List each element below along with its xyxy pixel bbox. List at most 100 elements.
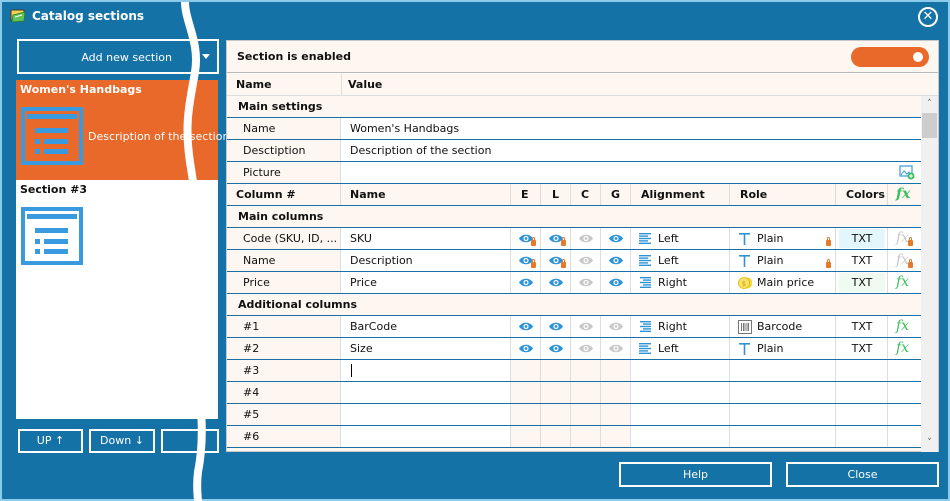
role-value: Plain (757, 254, 784, 267)
column-name-cell[interactable]: SKU (341, 228, 511, 249)
section-item-womens-handbags[interactable]: Women's Handbags Description of the sect… (16, 80, 229, 180)
visibility-g-cell[interactable] (601, 338, 631, 359)
visibility-e-cell[interactable] (511, 338, 541, 359)
visibility-c-cell[interactable] (571, 250, 601, 271)
move-down-button[interactable]: Down ↓ (89, 429, 155, 453)
visibility-l-cell (541, 426, 571, 447)
formula-cell[interactable]: fx (888, 250, 921, 271)
visibility-e-cell[interactable] (511, 250, 541, 271)
setting-row-name[interactable]: Name Women's Handbags (227, 118, 921, 140)
role-cell[interactable]: Plain (730, 338, 836, 359)
col-header-e-label: E (521, 188, 529, 201)
column-row[interactable]: Code (SKU, ID, ... SKU Left Plain TXT fx (227, 228, 921, 250)
role-cell (730, 382, 836, 403)
visibility-g-cell[interactable] (601, 228, 631, 249)
setting-value[interactable]: Women's Handbags (350, 122, 459, 135)
column-row[interactable]: #3 (227, 360, 921, 382)
formula-cell[interactable]: fx (888, 272, 921, 293)
alignment-cell[interactable]: Right (631, 316, 730, 337)
visibility-c-cell[interactable] (571, 272, 601, 293)
alignment-value: Left (658, 254, 679, 267)
eye-icon (519, 344, 533, 353)
alignment-cell[interactable]: Left (631, 250, 730, 271)
alignment-cell[interactable]: Left (631, 228, 730, 249)
column-row[interactable]: #5 (227, 404, 921, 426)
visibility-e-cell[interactable] (511, 228, 541, 249)
extra-button[interactable] (161, 429, 219, 453)
column-number-cell: #2 (227, 338, 341, 359)
column-name-cell[interactable] (341, 382, 511, 403)
setting-row-description[interactable]: Desctiption Description of the section (227, 140, 921, 162)
setting-value[interactable]: Description of the section (350, 144, 491, 157)
column-row[interactable]: #2 Size Left Plain TXT fx (227, 338, 921, 360)
eye-off-icon (579, 256, 593, 265)
visibility-l-cell[interactable] (541, 272, 571, 293)
add-picture-icon[interactable] (899, 165, 915, 180)
formula-cell[interactable]: fx (888, 338, 921, 359)
formula-cell[interactable]: fx (888, 316, 921, 337)
text-caret (351, 364, 352, 377)
section-item-section-3[interactable]: Section #3 (16, 180, 218, 280)
scrollbar-thumb[interactable] (922, 113, 937, 138)
add-new-section-button[interactable]: Add new section (17, 39, 219, 74)
column-name-cell[interactable]: Price (341, 272, 511, 293)
add-section-dropdown[interactable] (195, 41, 217, 72)
column-row[interactable]: #6 (227, 426, 921, 448)
visibility-e-cell[interactable] (511, 272, 541, 293)
column-name: Size (350, 342, 373, 355)
close-button[interactable]: Close (786, 462, 939, 487)
col-header-role: Role (730, 184, 836, 205)
column-name-cell[interactable]: Description (341, 250, 511, 271)
help-button[interactable]: Help (619, 462, 772, 487)
colors-cell[interactable]: TXT (836, 316, 888, 337)
column-row[interactable]: Name Description Left Plain TXT fx (227, 250, 921, 272)
grid-rows: Main settings Name Women's Handbags Desc… (227, 96, 921, 448)
role-cell[interactable]: Plain (730, 250, 836, 271)
formula-cell (888, 382, 921, 403)
setting-name: Picture (243, 166, 281, 179)
colors-cell[interactable]: TXT (836, 272, 888, 293)
scroll-down-icon[interactable]: ˅ (921, 435, 938, 452)
eye-icon (549, 322, 563, 331)
column-name-cell[interactable]: BarCode (341, 316, 511, 337)
alignment-cell[interactable]: Left (631, 338, 730, 359)
visibility-g-cell[interactable] (601, 316, 631, 337)
role-cell[interactable]: Plain (730, 228, 836, 249)
colors-cell[interactable]: TXT (836, 250, 888, 271)
formula-cell[interactable]: fx (888, 228, 921, 249)
visibility-g-cell[interactable] (601, 250, 631, 271)
visibility-e-cell[interactable] (511, 316, 541, 337)
alignment-value: Right (658, 276, 687, 289)
section-enabled-toggle[interactable] (851, 47, 929, 67)
visibility-l-cell[interactable] (541, 316, 571, 337)
column-row[interactable]: Price Price Right $ Main price TXT fx (227, 272, 921, 294)
visibility-l-cell[interactable] (541, 338, 571, 359)
move-up-button[interactable]: UP ↑ (18, 429, 83, 453)
eye-off-icon (609, 322, 623, 331)
column-row[interactable]: #4 (227, 382, 921, 404)
visibility-c-cell[interactable] (571, 338, 601, 359)
visibility-g-cell[interactable] (601, 272, 631, 293)
header-name: Name (236, 78, 272, 91)
scroll-up-icon[interactable]: ˄ (921, 96, 938, 113)
visibility-c-cell[interactable] (571, 316, 601, 337)
role-cell[interactable]: Barcode (730, 316, 836, 337)
vertical-scrollbar[interactable]: ˄ ˅ (921, 96, 938, 452)
role-cell[interactable]: $ Main price (730, 272, 836, 293)
visibility-c-cell[interactable] (571, 228, 601, 249)
column-name-cell[interactable] (341, 426, 511, 447)
col-header-colors-label: Colors (846, 188, 885, 201)
colors-cell[interactable]: TXT (836, 338, 888, 359)
column-name-cell[interactable] (341, 360, 511, 381)
alignment-cell[interactable]: Right (631, 272, 730, 293)
visibility-l-cell[interactable] (541, 250, 571, 271)
column-number-cell: Price (227, 272, 341, 293)
column-row[interactable]: #1 BarCode Right Barcode TXT fx (227, 316, 921, 338)
visibility-l-cell[interactable] (541, 228, 571, 249)
column-name-cell[interactable] (341, 404, 511, 425)
lock-icon (826, 237, 831, 246)
setting-row-picture[interactable]: Picture (227, 162, 921, 184)
column-name-cell[interactable]: Size (341, 338, 511, 359)
close-icon[interactable]: ✕ (918, 7, 938, 27)
colors-cell[interactable]: TXT (836, 228, 888, 249)
